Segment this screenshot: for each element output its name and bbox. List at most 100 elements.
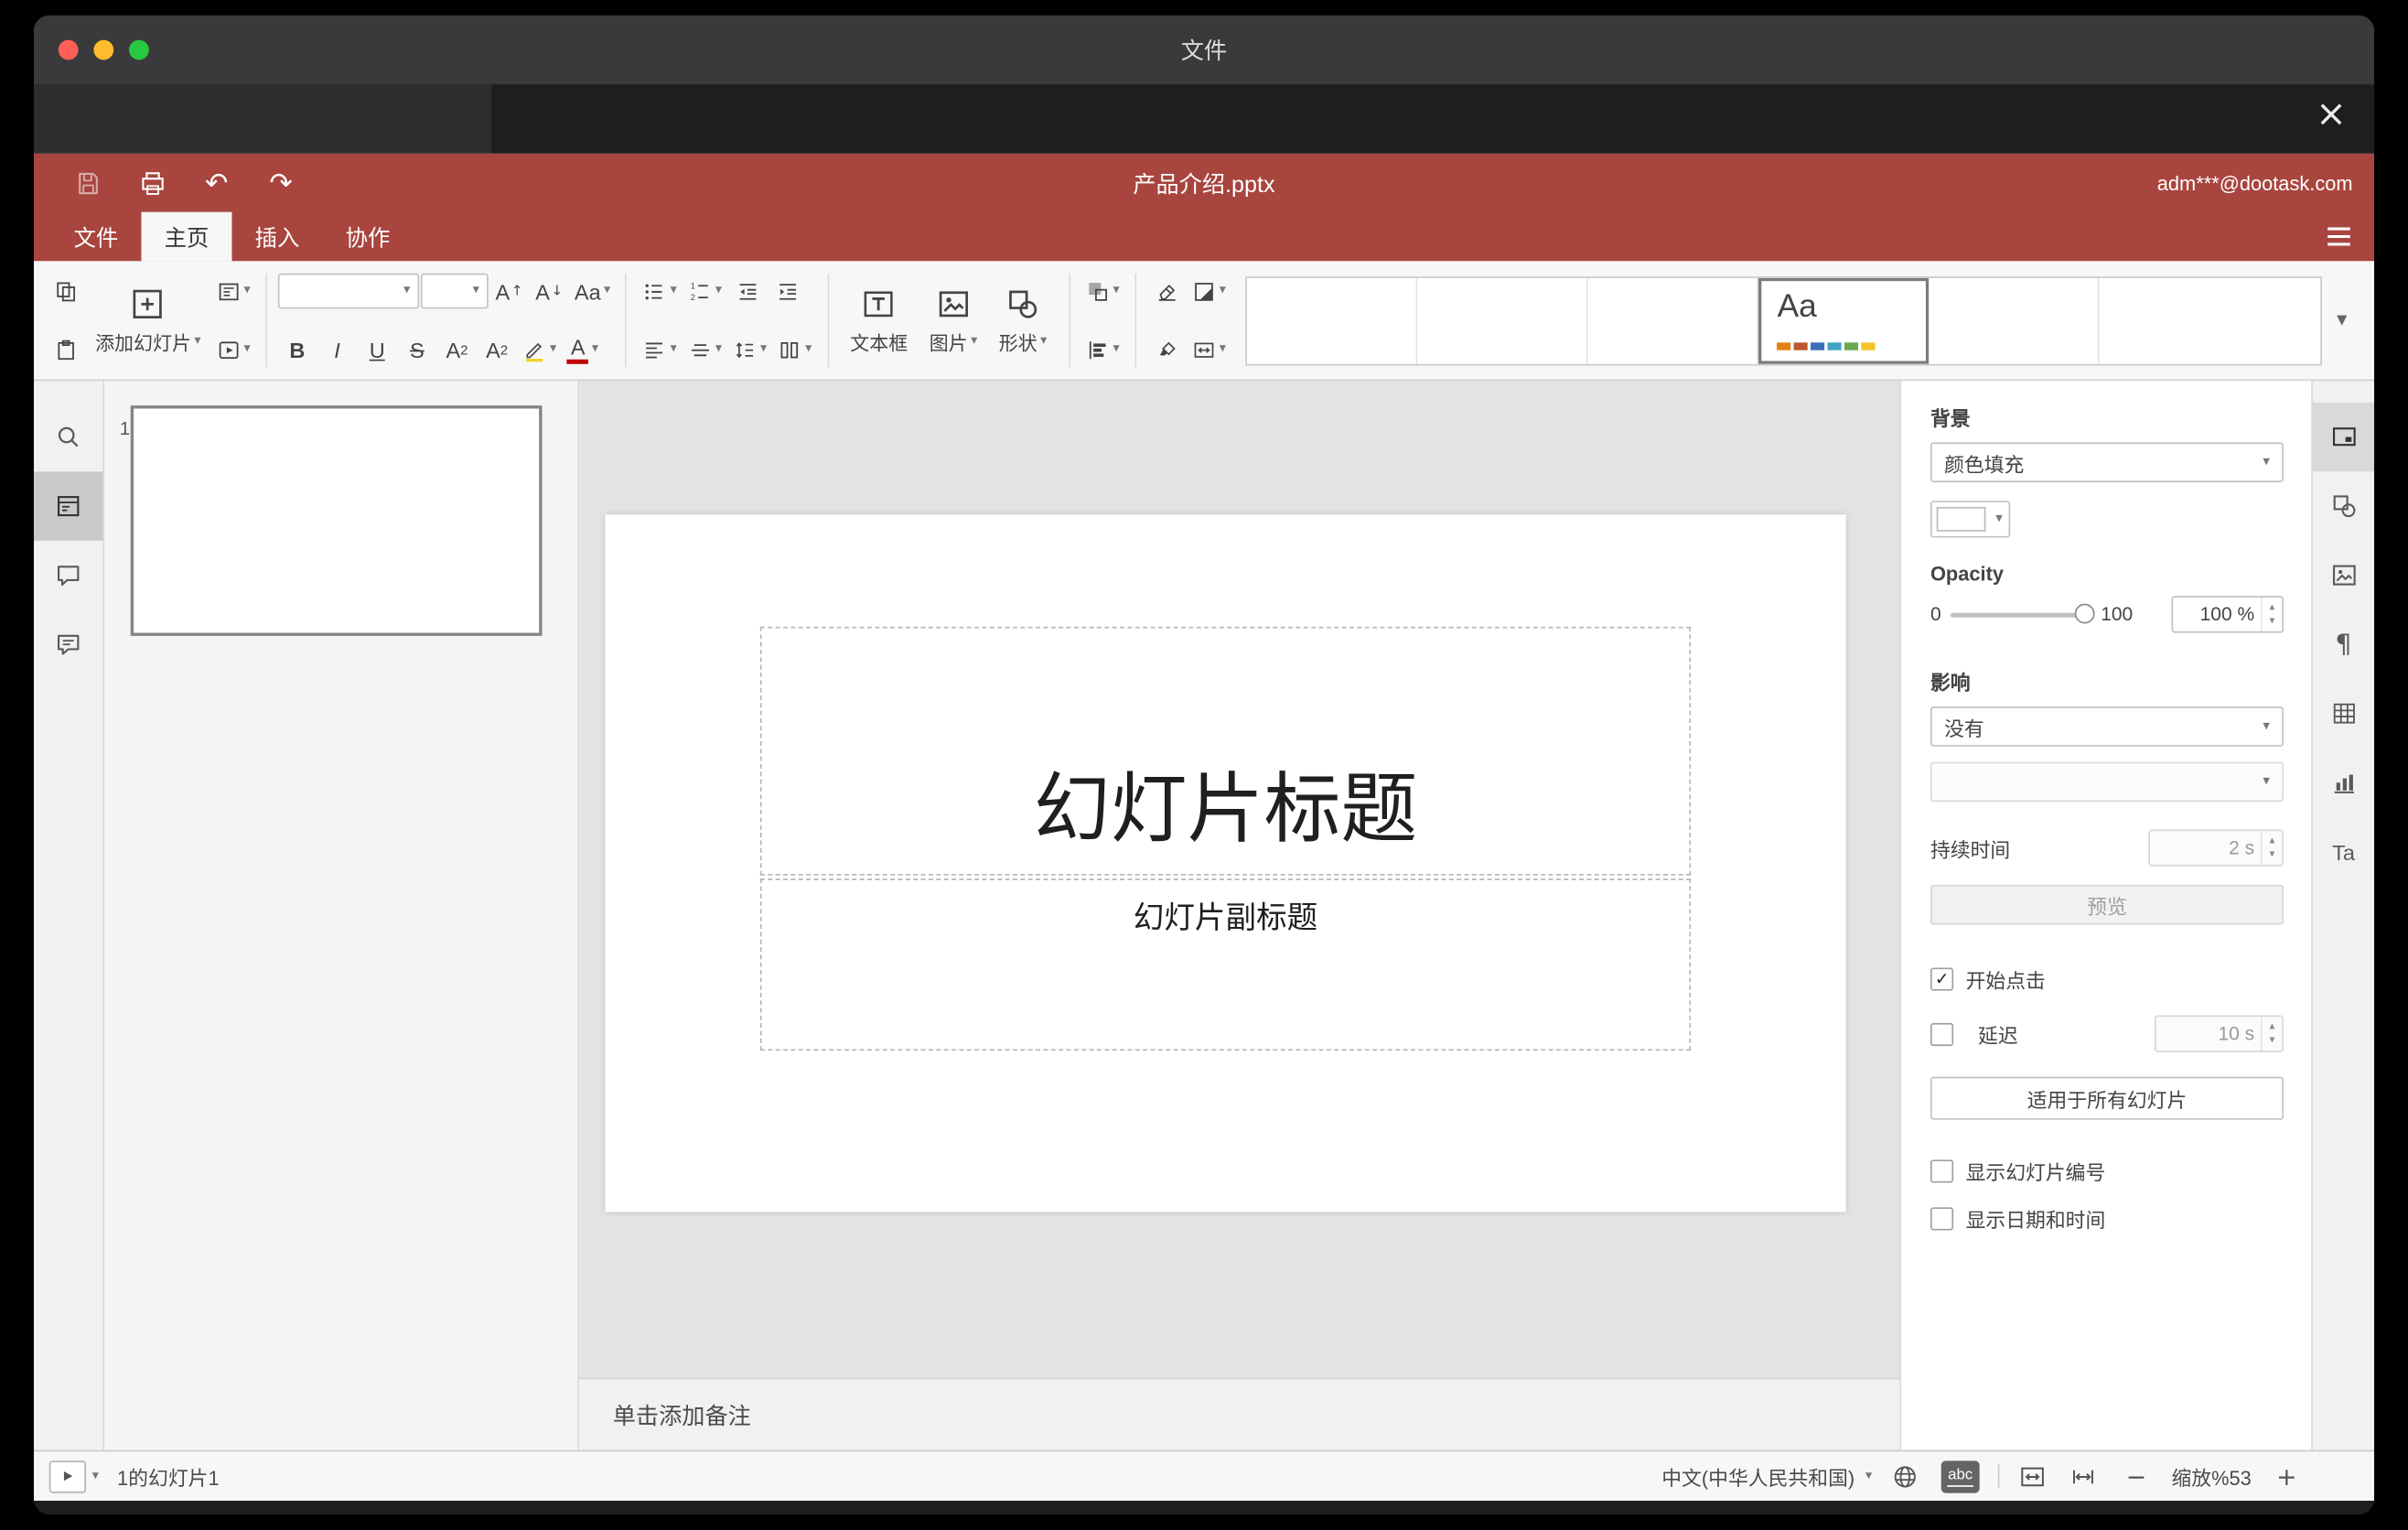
insert-shape-button[interactable]: 形状 ▾ [988, 269, 1058, 372]
effect-select[interactable]: 没有 ▾ [1930, 706, 2284, 747]
shape-fill-button[interactable]: ▾ [1188, 270, 1231, 311]
delay-checkbox[interactable] [1930, 1022, 1954, 1046]
slide-size-button[interactable]: ▾ [1188, 329, 1231, 370]
theme-gallery-expand-button[interactable]: ▾ [2322, 275, 2362, 364]
tab-home[interactable]: 主页 [141, 211, 232, 262]
minimize-window-button[interactable] [93, 39, 114, 60]
undo-button[interactable]: ↶ [193, 161, 239, 204]
search-button[interactable] [34, 403, 103, 472]
slide[interactable]: 幻灯片标题 幻灯片副标题 [605, 514, 1846, 1212]
slide-canvas[interactable]: 幻灯片标题 幻灯片副标题 [579, 381, 1900, 1377]
background-color-button[interactable]: ▾ [1930, 501, 2011, 538]
copy-button[interactable] [46, 270, 84, 311]
fit-width-button[interactable] [2069, 1461, 2101, 1491]
spinner-down-icon[interactable]: ▾ [2269, 848, 2274, 860]
tab-file[interactable]: 文件 [50, 212, 141, 262]
spellcheck-toggle[interactable]: abc [1940, 1460, 1980, 1492]
print-button[interactable] [129, 161, 175, 204]
close-icon[interactable]: × [2316, 95, 2347, 132]
start-on-click-checkbox[interactable]: ✓ [1930, 967, 1954, 991]
numbering-button[interactable]: ▾ [683, 270, 726, 311]
paste-button[interactable] [46, 329, 84, 370]
theme-item-selected[interactable]: Aa [1758, 276, 1930, 363]
slides-panel-button[interactable] [33, 471, 103, 541]
save-button[interactable] [64, 161, 110, 204]
fit-slide-button[interactable] [2018, 1461, 2050, 1491]
slide-layout-button[interactable]: ▾ [211, 270, 254, 311]
decrease-indent-button[interactable] [728, 270, 767, 311]
apply-to-all-button[interactable]: 适用于所有幻灯片 [1930, 1076, 2284, 1120]
spinner-down-icon[interactable]: ▾ [2269, 615, 2274, 627]
start-slideshow-button[interactable]: ▾ [211, 329, 254, 370]
tab-collaboration[interactable]: 协作 [322, 212, 413, 262]
strikeout-button[interactable]: S [398, 329, 436, 370]
background-fill-select[interactable]: 颜色填充 ▾ [1930, 442, 2284, 483]
font-name-select[interactable]: ▾ [277, 273, 420, 309]
opacity-slider[interactable] [1950, 603, 2095, 626]
italic-button[interactable]: I [318, 329, 357, 370]
chart-settings-button[interactable] [2313, 748, 2374, 817]
paragraph-settings-button[interactable]: ¶ [2313, 609, 2374, 679]
font-color-button[interactable]: A ▾ [563, 329, 603, 370]
insert-image-button[interactable]: 图片 ▾ [919, 269, 988, 372]
comments-panel-button[interactable] [34, 541, 103, 610]
increase-font-button[interactable]: A ↑ [490, 270, 529, 311]
font-size-select[interactable]: ▾ [421, 273, 489, 309]
notes-area[interactable]: 单击添加备注 [578, 1377, 1900, 1450]
opacity-spinner[interactable]: 100 % ▴ ▾ [2171, 596, 2284, 633]
table-settings-button[interactable] [2313, 679, 2374, 749]
spinner-up-icon[interactable]: ▴ [2269, 835, 2274, 846]
insert-textbox-button[interactable]: 文本框 [840, 269, 919, 372]
slide-thumbnail-selected[interactable] [130, 405, 543, 636]
superscript-button[interactable]: A2 [438, 329, 477, 370]
vertical-align-button[interactable]: ▾ [683, 329, 726, 370]
zoom-out-button[interactable]: − [2119, 1461, 2153, 1491]
textart-settings-button[interactable]: Ta [2313, 817, 2374, 887]
underline-button[interactable]: U [358, 329, 396, 370]
add-slide-button[interactable]: 添加幻灯片 ▾ [84, 269, 211, 372]
document-language-button[interactable] [1890, 1461, 1922, 1491]
increase-indent-button[interactable] [768, 270, 806, 311]
change-case-button[interactable]: Aa ▾ [570, 270, 615, 311]
bullets-button[interactable]: ▾ [638, 270, 681, 311]
copy-style-button[interactable] [1147, 329, 1186, 370]
slider-handle[interactable] [2074, 603, 2095, 624]
redo-button[interactable]: ↷ [258, 161, 304, 204]
title-placeholder[interactable]: 幻灯片标题 [759, 626, 1692, 876]
theme-item[interactable] [1417, 276, 1589, 363]
effect-type-select[interactable]: ▾ [1930, 761, 2284, 803]
subscript-button[interactable]: A2 [478, 329, 516, 370]
spinner-up-icon[interactable]: ▴ [2269, 601, 2274, 613]
zoom-in-button[interactable]: + [2270, 1461, 2304, 1491]
image-settings-button[interactable] [2313, 541, 2374, 610]
show-date-time-checkbox[interactable] [1930, 1207, 1954, 1231]
align-objects-button[interactable]: ▾ [1080, 329, 1123, 370]
clear-style-button[interactable] [1147, 270, 1186, 311]
zoom-window-button[interactable] [128, 39, 149, 60]
start-slideshow-status-button[interactable]: ▾ [48, 1460, 99, 1492]
slide-settings-button[interactable] [2312, 402, 2375, 472]
preview-button[interactable]: 预览 [1930, 884, 2284, 925]
spinner-up-icon[interactable]: ▴ [2269, 1020, 2274, 1032]
chat-panel-button[interactable] [34, 609, 103, 679]
line-spacing-button[interactable]: ▾ [728, 329, 771, 370]
highlight-color-button[interactable]: ▾ [518, 329, 561, 370]
horizontal-align-button[interactable]: ▾ [638, 329, 681, 370]
spinner-down-icon[interactable]: ▾ [2269, 1035, 2274, 1046]
shape-settings-button[interactable] [2313, 471, 2374, 541]
tab-insert[interactable]: 插入 [231, 212, 322, 262]
delay-spinner[interactable]: 10 s ▴ ▾ [2155, 1015, 2284, 1052]
theme-item[interactable] [1929, 276, 2101, 363]
theme-item[interactable] [1247, 276, 1418, 363]
decrease-font-button[interactable]: A ↓ [530, 270, 568, 311]
subtitle-placeholder[interactable]: 幻灯片副标题 [759, 878, 1692, 1051]
duration-spinner[interactable]: 2 s ▴ ▾ [2148, 829, 2284, 867]
show-slide-number-checkbox[interactable] [1930, 1159, 1954, 1183]
menu-icon[interactable] [2322, 212, 2356, 262]
language-select[interactable]: 中文(中华人民共和国) ▾ [1661, 1461, 1872, 1491]
close-window-button[interactable] [58, 39, 79, 60]
columns-button[interactable]: ▾ [773, 329, 816, 370]
arrange-shapes-button[interactable]: ▾ [1080, 270, 1123, 311]
theme-item[interactable] [1588, 276, 1759, 363]
bold-button[interactable]: B [278, 329, 317, 370]
